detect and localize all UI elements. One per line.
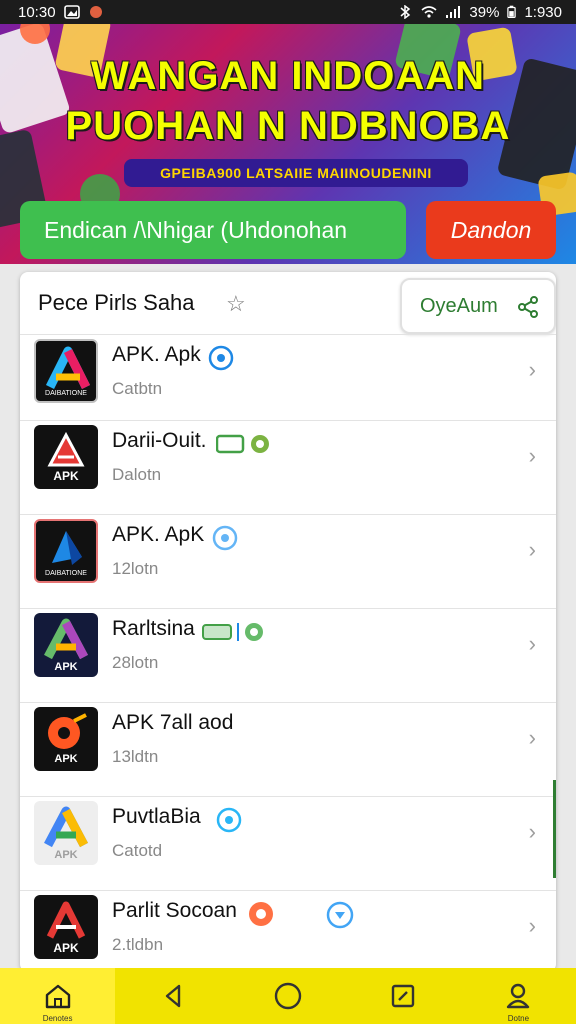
app-name: APK 7all aod [112,711,234,734]
app-icon-label: APK [53,469,79,483]
verified-badge-icon [216,807,242,833]
wifi-icon [421,6,437,18]
banner-title-line2: PUOHAN N NDBNOBA [65,104,511,148]
home-icon [45,984,70,1009]
banner-secondary-button[interactable]: Dandon [426,201,556,259]
promo-banner[interactable]: WANGAN INDOAAN PUOHAN N NDBNOBA GPEIBA90… [0,24,576,264]
edit-icon [392,984,415,1008]
app-name: APK. ApK [112,523,205,546]
list-title: Pece Pirls Saha [38,290,195,315]
verified-badge-icon [326,901,354,929]
app-list-item[interactable]: DAIBATIONE APK. ApK 12lotn › [20,514,556,608]
app-list-item[interactable]: APK PuvtlaBia Catotd › [20,796,556,890]
list-action-button[interactable]: OyeAum [400,278,556,334]
app-icon-label: APK [54,849,78,861]
app-subtitle: 28lotn [112,653,159,672]
nav-profile[interactable]: Dotne [461,968,576,1024]
app-icon-label: DAIBATIONE [45,570,87,577]
verified-badge-icon [208,345,234,371]
circle-home-icon [274,982,302,1010]
app-icon-label: APK [53,941,79,955]
nav-circle-home[interactable] [230,968,345,1024]
app-icon: APK [34,425,98,489]
app-subtitle: Catbtn [112,379,163,398]
app-icon: APK [34,801,98,865]
gallery-icon [63,5,80,19]
banner-subtitle: GPEIBA900 LATSAIIE MAIINOUDENINI [124,159,468,187]
share-icon [518,296,538,318]
notification-icon [89,6,102,18]
app-subtitle: Catotd [112,841,163,860]
app-icon: APK [34,707,98,771]
tag-badge-icon [216,434,269,454]
app-subtitle: 13ldtn [112,747,159,766]
chevron-right-icon: › [528,725,536,750]
status-bar: 10:30 39% 1:930 [0,0,576,24]
app-list-item[interactable]: APK Rarltsina 28lotn › [20,608,556,702]
nav-profile-label: Dotne [507,1014,530,1023]
app-icon-label: APK [54,661,78,673]
chevron-right-icon: › [528,357,536,382]
back-icon [165,984,180,1008]
nav-home-label: Denotes [42,1014,73,1023]
tag-badge-icon [202,623,263,641]
app-icon: DAIBATIONE [34,519,98,583]
app-list-item[interactable]: APK Parlit Socoan 2.tldbn › [20,890,556,972]
app-name: Darii-Ouit. [112,429,207,452]
app-name: Rarltsina [112,617,195,640]
star-icon[interactable]: ☆ [226,291,246,317]
app-icon-label: DAIBATIONE [45,390,87,397]
app-list-card: Pece Pirls Saha ☆ OyeAum DAIBATIONE APK.… [20,272,556,972]
banner-title-line1: WANGAN INDOAAN [91,54,485,98]
app-list-item[interactable]: DAIBATIONE APK. Apk Catbtn › [20,334,556,428]
app-icon: DAIBATIONE [34,339,98,403]
verified-badge-icon [212,525,238,551]
signal-icon [446,6,461,18]
list-action-label: OyeAum [420,294,498,317]
orange-badge-icon [249,902,273,926]
chevron-right-icon: › [528,913,536,938]
app-icon: APK [34,613,98,677]
chevron-right-icon: › [528,819,536,844]
nav-edit[interactable] [346,968,461,1024]
chevron-right-icon: › [528,443,536,468]
app-subtitle: Dalotn [112,465,162,484]
list-header: Pece Pirls Saha ☆ OyeAum [20,272,556,338]
app-icon-label: APK [54,753,78,765]
chevron-right-icon: › [528,631,536,656]
app-icon: APK [34,895,98,959]
profile-icon [507,983,530,1009]
clock-left: 10:30 [18,3,56,21]
scrollbar-thumb[interactable] [553,780,556,878]
app-name: APK. Apk [112,343,201,366]
app-subtitle: 12lotn [112,559,159,578]
app-list-item[interactable]: APK Darii-Ouit. Dalotn › [20,420,556,514]
bottom-navigation: Denotes Dotne [0,968,576,1024]
clock-right: 1:930 [524,3,562,21]
battery-percent: 39% [469,3,500,21]
battery-icon [507,5,517,19]
app-list-item[interactable]: APK APK 7all aod 13ldtn › [20,702,556,796]
app-subtitle: 2.tldbn [112,935,164,954]
app-name: PuvtlaBia [112,805,201,828]
bluetooth-icon [400,5,411,19]
nav-home[interactable]: Denotes [0,968,116,1024]
banner-primary-button[interactable]: Endican /\Nhigar (Uhdonohan [20,201,406,259]
chevron-right-icon: › [528,537,536,562]
app-name: Parlit Socoan [112,899,237,922]
nav-back[interactable] [115,968,230,1024]
